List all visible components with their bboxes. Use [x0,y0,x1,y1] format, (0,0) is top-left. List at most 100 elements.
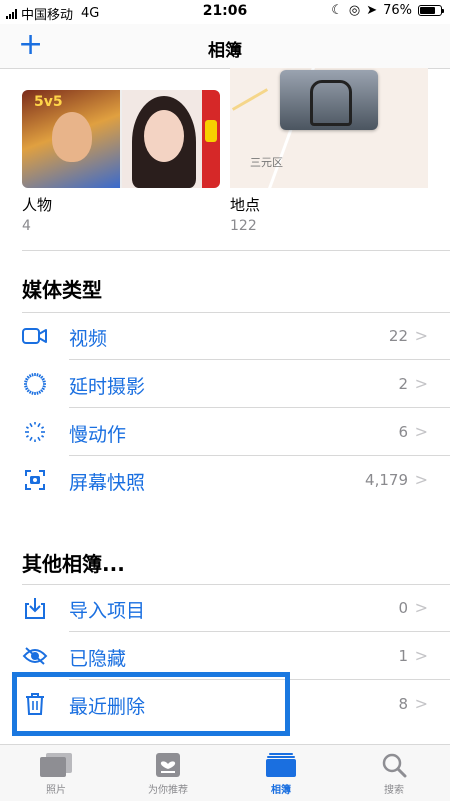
icon-tick [38,374,42,378]
tab-label: 为你推荐 [148,785,188,796]
map-photo-pin [280,70,378,130]
media-types-header: 媒体类型 [22,278,102,302]
icon-tick [40,389,44,393]
other-albums-header: 其他相簿... [22,552,125,576]
slow-motion-icon [22,420,48,444]
icon-tick [36,391,39,395]
tab-label: 相簿 [271,785,291,796]
chevron-right-icon: > [414,646,428,665]
people-album-thumbnail[interactable]: 5v5 [22,90,220,188]
icon-tick [36,373,39,377]
media-row-video[interactable]: 视频 22 > [0,312,450,360]
tab-for-you[interactable]: 为你推荐 [112,751,224,801]
battery-icon [418,5,444,16]
row-label: 导入项目 [69,600,146,622]
icon-tick [26,375,30,379]
timelapse-icon [22,372,48,396]
media-row-slow-motion[interactable]: 慢动作 6 > [0,408,450,456]
people-album-label[interactable]: 人物 [22,194,52,215]
import-icon [22,596,48,620]
people-album-count: 4 [22,218,31,234]
icon-tick [31,373,34,377]
icon-tick [42,385,46,388]
search-icon [338,751,450,779]
tab-label: 照片 [46,785,66,796]
icon-tick [25,435,29,438]
tab-label: 搜索 [384,785,404,796]
row-count: 4,179 [365,471,408,489]
icon-tick [42,380,46,383]
row-count: 0 [398,599,408,617]
row-label: 慢动作 [69,424,127,446]
moon-icon: ☾ [331,3,343,18]
location-icon: ➤ [366,3,378,18]
places-album-label[interactable]: 地点 [230,194,260,215]
icon-tick [28,374,32,378]
icon-tick [37,422,41,428]
row-count: 22 [388,327,408,345]
places-album-thumbnail[interactable]: 三元区 [230,68,428,188]
icon-tick [25,377,29,381]
status-right: ☾ ◎ ➤ 76% [331,3,444,18]
video-camera-icon [22,324,48,348]
person-photo-1: 5v5 [22,90,120,188]
row-label: 最近删除 [69,696,146,718]
albums-icon [225,751,337,779]
icon-tick [24,380,28,383]
trash-icon [22,692,48,716]
chevron-right-icon: > [414,326,428,345]
page-title: 相簿 [208,41,242,61]
person-photo-3 [202,90,220,188]
icon-tick [25,426,29,429]
section-divider [22,250,450,251]
icon-tick [40,375,44,379]
map-road-secondary [231,88,269,111]
battery-percent: 76% [383,3,412,18]
tab-albums[interactable]: 相簿 [225,751,337,801]
map-district-label: 三元区 [250,156,283,169]
icon-tick [29,422,33,428]
other-row-recently-deleted[interactable]: 最近删除 8 > [0,680,450,728]
tab-bar: 照片 为你推荐 相簿 搜索 [0,744,450,801]
chevron-right-icon: > [414,694,428,713]
screenshot-icon [22,468,48,492]
row-count: 1 [398,647,408,665]
lock-rotation-icon: ◎ [348,3,361,18]
icon-tick [31,391,34,395]
tab-photos[interactable]: 照片 [0,751,112,801]
person-face [144,110,184,162]
row-label: 已隐藏 [69,648,127,670]
row-label: 屏幕快照 [69,472,146,494]
game-character-face [52,112,92,162]
chevron-right-icon: > [414,598,428,617]
navigation-bar: + 相簿 [0,24,450,69]
row-count: 6 [398,423,408,441]
chevron-right-icon: > [414,422,428,441]
battery-fill [420,7,436,14]
person-photo-2 [122,90,220,188]
media-row-timelapse[interactable]: 延时摄影 2 > [0,360,450,408]
hidden-eye-icon [22,644,48,668]
icon-tick [41,426,45,429]
row-count: 2 [398,375,408,393]
icon-tick [38,390,42,394]
places-album-count: 122 [230,218,257,234]
icon-tick [41,377,45,381]
row-label: 延时摄影 [69,376,146,398]
other-row-hidden[interactable]: 已隐藏 1 > [0,632,450,680]
game-logo-icon: 5v5 [34,94,63,110]
tab-search[interactable]: 搜索 [338,751,450,801]
media-row-screenshots[interactable]: 屏幕快照 4,179 > [0,456,450,504]
other-row-import[interactable]: 导入项目 0 > [0,584,450,632]
icon-tick [25,387,29,391]
icon-tick [28,390,32,394]
status-bar: 中国移动 4G 21:06 ☾ ◎ ➤ 76% [0,0,450,24]
album-row: 5v5 人物 4 三元区 地点 122 [0,68,450,248]
icon-tick [29,436,33,442]
chevron-right-icon: > [414,374,428,393]
photos-icon [0,751,112,779]
row-count: 8 [398,695,408,713]
chevron-right-icon: > [414,470,428,489]
icon-tick [37,436,41,442]
icon-tick [41,387,45,391]
